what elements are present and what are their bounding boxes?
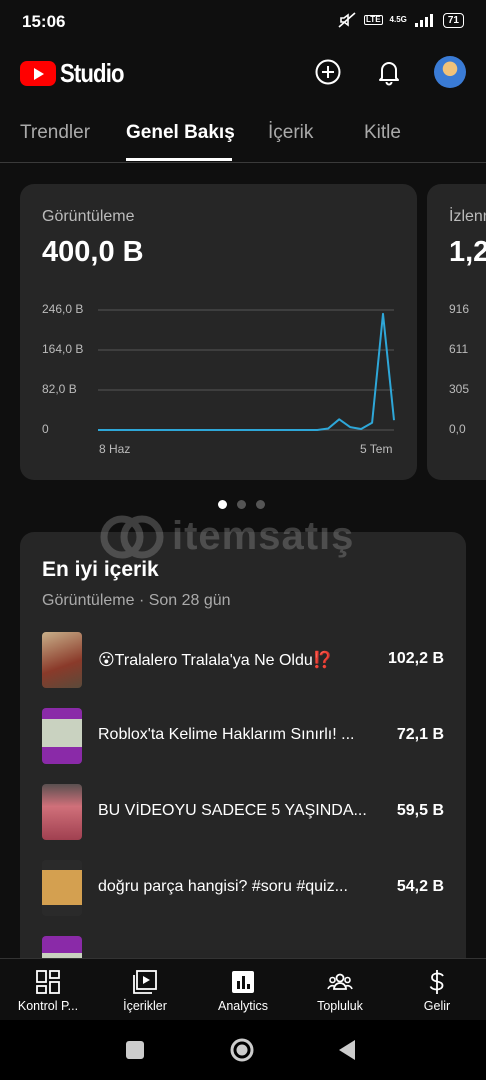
lte-label: LTE [364, 15, 383, 25]
battery-indicator: 71 [442, 12, 464, 28]
watch-card-title: İzlenme [449, 208, 486, 225]
video-thumbnail [42, 784, 82, 840]
nav-label: İçerikler [123, 999, 167, 1013]
y-tick-label: 611 [449, 342, 469, 356]
views-line-chart [98, 309, 395, 431]
y-tick-label: 0,0 [449, 422, 466, 436]
carousel-dot[interactable] [218, 500, 227, 509]
y-tick-label: 246,0 B [42, 302, 84, 316]
carousel-dot[interactable] [237, 500, 246, 509]
watermark: itemsatış [100, 514, 354, 559]
tab-trends[interactable]: Trendler [20, 122, 90, 144]
bell-icon[interactable] [373, 56, 405, 88]
tab-bar: Trendler Genel Bakış İçerik Kitle [0, 104, 486, 163]
home-icon[interactable] [229, 1037, 255, 1063]
nav-label: Analytics [217, 999, 269, 1013]
top-content-card: En iyi içerik Görüntüleme · Son 28 gün 😮… [20, 532, 466, 992]
brand-name: Studio [60, 58, 124, 88]
nav-analytics[interactable]: Analytics [198, 965, 288, 1013]
system-navigation-bar [0, 1020, 486, 1080]
status-time: 15:06 [22, 12, 66, 31]
video-views: 59,5 B [396, 802, 444, 819]
y-tick-label: 916 [449, 302, 470, 316]
views-series-line [98, 312, 395, 431]
content-icon [133, 970, 157, 994]
analytics-icon [232, 971, 254, 993]
video-thumbnail [42, 860, 82, 916]
watch-card-value: 1,2 [449, 236, 486, 268]
avatar[interactable] [434, 56, 466, 88]
community-icon [327, 973, 353, 990]
plus-circle-icon[interactable] [312, 56, 344, 88]
views-card-title: Görüntüleme [42, 208, 135, 225]
top-content-title: En iyi içerik [42, 558, 159, 581]
video-title: doğru parça hangisi? #soru #quiz... [98, 878, 348, 895]
video-title: Roblox'ta Kelime Haklarım Sınırlı! ... [98, 726, 355, 743]
x-tick-label: 8 Haz [99, 442, 131, 456]
network-type: 4.5G [390, 16, 407, 24]
status-icons: LTE 4.5G 71 [337, 11, 464, 29]
dollar-icon [429, 970, 444, 994]
list-item[interactable]: Roblox'ta Kelime Haklarım Sınırlı! ... 7… [42, 708, 444, 764]
top-content-subtitle: Görüntüleme · Son 28 gün [42, 592, 231, 609]
list-item[interactable]: 😮Tralalero Tralala'ya Ne Oldu⁉️ 102,2 B [42, 632, 444, 688]
watermark-logo-icon [100, 515, 164, 558]
nav-label: Topluluk [317, 999, 363, 1013]
studio-logo[interactable]: Studio [20, 58, 135, 89]
watch-time-card[interactable]: İzlenme 1,2 916 611 305 0,0 [427, 184, 486, 480]
dashboard-icon [36, 970, 60, 994]
active-tab-indicator [126, 158, 232, 161]
video-views: 72,1 B [396, 726, 444, 743]
y-tick-label: 305 [449, 382, 470, 396]
network-label: 4.5G [389, 15, 407, 24]
nav-label: Kontrol P... [17, 999, 79, 1013]
nav-community[interactable]: Topluluk [295, 965, 385, 1013]
back-icon[interactable] [337, 1038, 357, 1062]
tab-content[interactable]: İçerik [268, 122, 313, 144]
video-views: 102,2 B [387, 650, 444, 667]
video-thumbnail [42, 708, 82, 764]
carousel-dot[interactable] [256, 500, 265, 509]
carousel-indicator [218, 500, 265, 509]
video-title: 😮Tralalero Tralala'ya Ne Oldu⁉️ [98, 652, 333, 669]
status-bar: 15:06 LTE 4.5G 71 [0, 0, 486, 42]
y-tick-label: 82,0 B [42, 382, 77, 396]
nav-earn[interactable]: Gelir [392, 965, 482, 1013]
signal-icon [414, 14, 433, 27]
youtube-logo-icon [20, 61, 56, 86]
mute-icon [338, 12, 356, 28]
views-card[interactable]: Görüntüleme 400,0 B 246,0 B 164,0 B 82,0… [20, 184, 417, 480]
app-header: Studio [0, 42, 486, 102]
views-card-value: 400,0 B [42, 236, 144, 268]
lte-icon: LTE [364, 15, 383, 25]
list-item[interactable]: BU VİDEOYU SADECE 5 YAŞINDA... 59,5 B [42, 784, 444, 840]
video-thumbnail [42, 632, 82, 688]
video-title: BU VİDEOYU SADECE 5 YAŞINDA... [98, 802, 367, 819]
recents-icon[interactable] [125, 1040, 145, 1060]
tab-overview[interactable]: Genel Bakış [126, 122, 235, 144]
video-views: 54,2 B [396, 878, 444, 895]
y-tick-label: 0 [42, 422, 49, 436]
x-tick-label: 5 Tem [360, 442, 393, 456]
bottom-navigation: Kontrol P... İçerikler Analytics Toplulu… [0, 958, 486, 1021]
list-item[interactable]: doğru parça hangisi? #soru #quiz... 54,2… [42, 860, 444, 916]
watermark-text: itemsatış [172, 514, 355, 558]
y-tick-label: 164,0 B [42, 342, 84, 356]
nav-content[interactable]: İçerikler [100, 965, 190, 1013]
tab-audience[interactable]: Kitle [364, 122, 401, 144]
nav-label: Gelir [423, 999, 451, 1013]
nav-dashboard[interactable]: Kontrol P... [3, 965, 93, 1013]
